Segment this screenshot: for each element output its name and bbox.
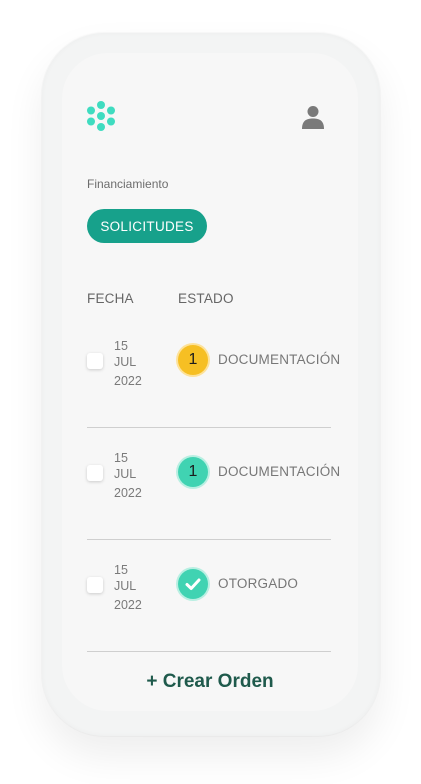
row-checkbox[interactable] [87,353,103,369]
tab-label: SOLICITUDES [100,218,194,234]
date-day: 15 [114,339,128,353]
breadcrumb: Financiamiento [87,177,169,191]
user-icon[interactable] [302,105,324,129]
date-year: 2022 [114,598,142,613]
date-day: 15 [114,563,128,577]
date-month: JUL [114,354,137,369]
status-badge: 1 [178,345,208,375]
row-date: 15 JUL 2022 [114,339,142,390]
row-date: 15 JUL 2022 [114,451,142,502]
row-divider [87,427,331,428]
table-row: 15 JUL 2022 1 DOCUMENTACIÓN [62,319,358,431]
row-divider [87,651,331,652]
status-text: DOCUMENTACIÓN [218,464,341,479]
date-month: JUL [114,578,137,593]
date-month: JUL [114,466,137,481]
badge-number: 1 [188,351,198,368]
date-day: 15 [114,451,128,465]
column-header-fecha: FECHA [87,291,134,306]
row-date: 15 JUL 2022 [114,563,142,614]
table-row: 15 JUL 2022 OTORGADO [62,543,358,655]
status-text: OTORGADO [218,576,299,591]
tab-solicitudes[interactable]: SOLICITUDES [87,209,207,243]
create-order-button[interactable]: + Crear Orden [62,671,358,693]
status-badge [178,569,208,599]
status-badge: 1 [178,457,208,487]
row-checkbox[interactable] [87,465,103,481]
phone-frame: Financiamiento SOLICITUDES FECHA ESTADO … [42,33,380,736]
status-text: DOCUMENTACIÓN [218,352,341,367]
date-year: 2022 [114,374,142,389]
table-row: 15 JUL 2022 1 DOCUMENTACIÓN [62,431,358,543]
check-icon [185,578,201,590]
flower-logo-icon[interactable] [85,100,117,132]
badge-number: 1 [188,463,198,480]
row-checkbox[interactable] [87,577,103,593]
app-screen: Financiamiento SOLICITUDES FECHA ESTADO … [62,53,358,711]
row-divider [87,539,331,540]
date-year: 2022 [114,486,142,501]
column-header-estado: ESTADO [178,291,234,306]
